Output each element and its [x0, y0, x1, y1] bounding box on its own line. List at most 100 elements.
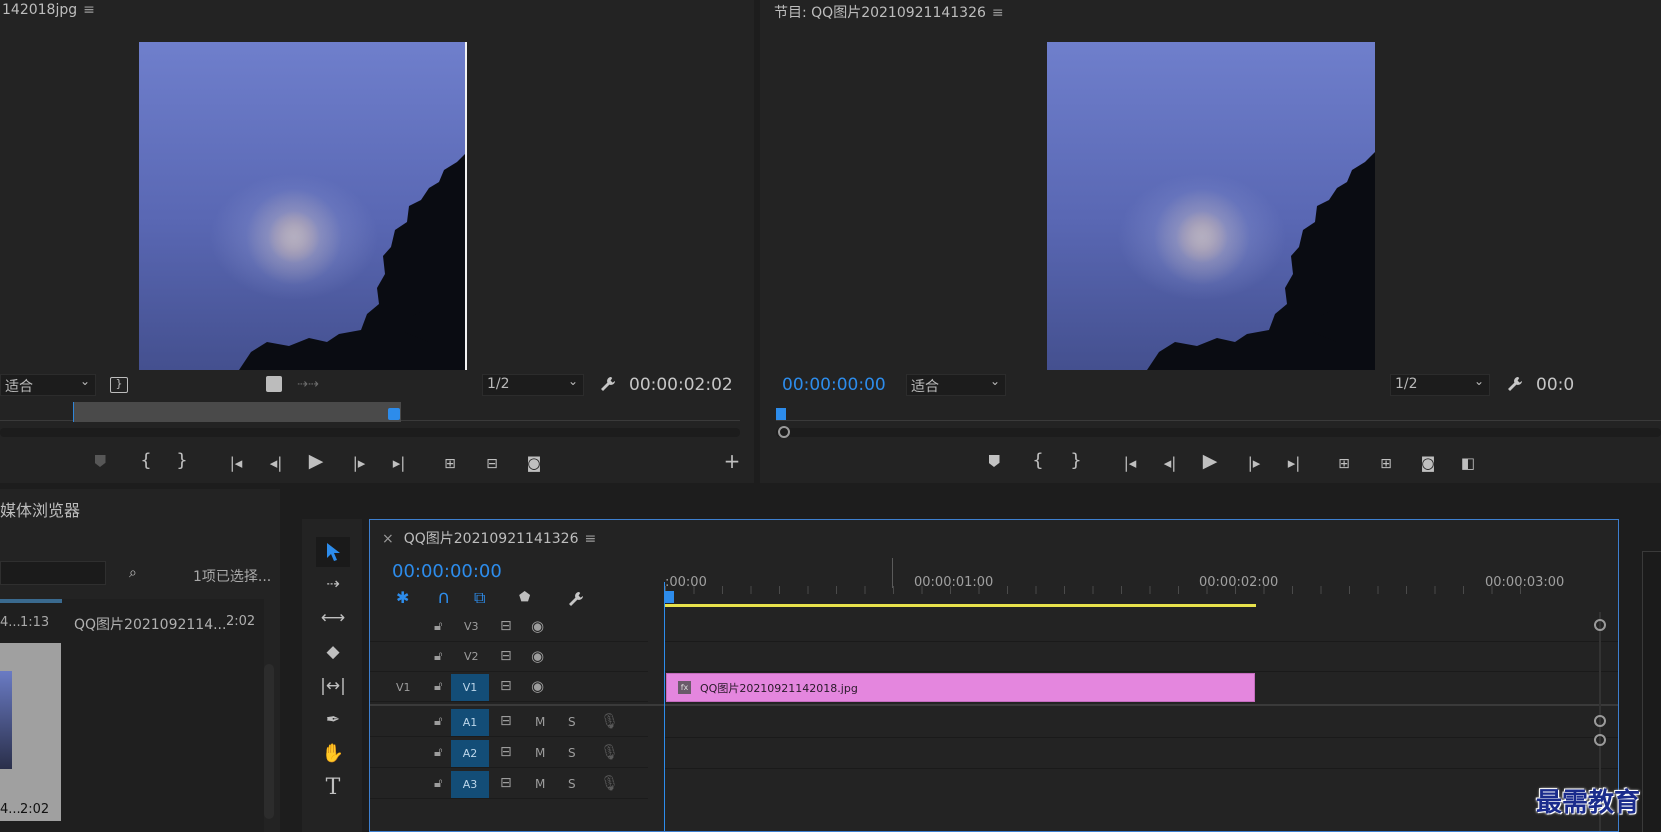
- timeline-playhead[interactable]: [664, 591, 674, 603]
- snap-in-sequence-icon[interactable]: ✱: [396, 590, 409, 606]
- source-fit-dropdown[interactable]: 适合 ⌄: [0, 374, 96, 396]
- work-area-bar[interactable]: [665, 604, 1256, 607]
- lock-icon[interactable]: 🔓︎: [434, 745, 442, 760]
- export-frame-camera-icon[interactable]: ◙: [520, 451, 548, 475]
- program-timecode-current[interactable]: 00:00:00:00: [782, 375, 886, 395]
- play-button[interactable]: ▶: [1196, 449, 1224, 473]
- source-monitor-header[interactable]: 142018jpg ≡: [2, 2, 95, 18]
- drag-audio-icon[interactable]: ⇢⇢: [297, 378, 319, 391]
- program-zoom-bar[interactable]: [776, 428, 1661, 437]
- drag-video-icon[interactable]: [266, 376, 282, 392]
- add-marker-icon[interactable]: ⬟: [519, 591, 530, 604]
- add-marker-button[interactable]: [980, 449, 1008, 473]
- mark-out-button[interactable]: }: [168, 449, 196, 473]
- close-icon[interactable]: ×: [382, 531, 394, 547]
- video-track-v1[interactable]: V1 🔓︎ V1 ⊟ ◉: [370, 672, 648, 702]
- type-tool-icon[interactable]: T: [316, 773, 350, 803]
- scrollbar[interactable]: [264, 664, 274, 819]
- microphone-icon[interactable]: 🎙︎: [600, 743, 619, 761]
- pen-tool-icon[interactable]: ✒: [316, 705, 350, 735]
- eye-icon[interactable]: ◉: [531, 617, 544, 635]
- linked-selection-icon[interactable]: ⧉: [474, 590, 485, 606]
- source-patch-label[interactable]: V1: [396, 681, 411, 694]
- sync-lock-icon[interactable]: ⊟: [500, 648, 512, 664]
- program-playhead[interactable]: [776, 408, 786, 420]
- track-content-area[interactable]: fx QQ图片20210921142018.jpg: [664, 582, 1618, 831]
- audio-track-a1[interactable]: 🔓︎ A1 ⊟ M S 🎙︎: [370, 707, 648, 737]
- eye-icon[interactable]: ◉: [531, 647, 544, 665]
- snap-magnet-icon[interactable]: ∩: [437, 589, 450, 607]
- step-back-button[interactable]: ◂|: [262, 451, 290, 475]
- overwrite-button[interactable]: ⊟: [478, 452, 506, 476]
- solo-button[interactable]: S: [568, 715, 576, 729]
- timeline-tab[interactable]: × QQ图片20210921141326 ≡: [382, 528, 596, 548]
- source-playhead[interactable]: [388, 408, 400, 420]
- microphone-icon[interactable]: 🎙︎: [600, 712, 619, 730]
- lock-icon[interactable]: 🔓︎: [434, 679, 442, 694]
- step-back-button[interactable]: ◂|: [1156, 451, 1184, 475]
- insert-marker-icon[interactable]: }: [110, 377, 128, 393]
- find-icon[interactable]: ⌕: [129, 566, 137, 580]
- program-fit-dropdown[interactable]: 适合 ⌄: [906, 374, 1006, 396]
- scroll-handle-audio[interactable]: [1594, 734, 1606, 746]
- add-button[interactable]: +: [718, 449, 746, 473]
- sync-lock-icon[interactable]: ⊟: [500, 744, 512, 760]
- mark-in-button[interactable]: {: [1024, 449, 1052, 473]
- track-target-a1[interactable]: A1: [451, 709, 489, 736]
- microphone-icon[interactable]: 🎙︎: [600, 774, 619, 792]
- step-forward-button[interactable]: |▸: [1240, 451, 1268, 475]
- lock-icon[interactable]: 🔓︎: [434, 649, 442, 664]
- go-to-in-button[interactable]: |◂: [1116, 451, 1144, 475]
- wrench-icon[interactable]: [1505, 375, 1525, 396]
- export-frame-camera-icon[interactable]: ◙: [1414, 451, 1442, 475]
- source-in-out-range[interactable]: [73, 402, 401, 422]
- go-to-out-button[interactable]: ▸|: [1280, 451, 1308, 475]
- hand-tool-icon[interactable]: ✋: [316, 739, 350, 769]
- play-button[interactable]: ▶: [302, 449, 330, 473]
- lock-icon[interactable]: 🔓︎: [434, 776, 442, 791]
- scroll-handle-mid[interactable]: [1594, 715, 1606, 727]
- go-to-out-button[interactable]: ▸|: [385, 451, 413, 475]
- search-input[interactable]: [0, 561, 106, 585]
- mute-button[interactable]: M: [535, 715, 545, 729]
- mute-button[interactable]: M: [535, 777, 545, 791]
- sync-lock-icon[interactable]: ⊟: [500, 678, 512, 694]
- timeline-timecode[interactable]: 00:00:00:00: [392, 561, 502, 582]
- program-resolution-dropdown[interactable]: 1/2 ⌄: [1390, 374, 1490, 396]
- sync-lock-icon[interactable]: ⊟: [500, 775, 512, 791]
- sync-lock-icon[interactable]: ⊟: [500, 618, 512, 634]
- wrench-icon[interactable]: [598, 375, 618, 396]
- ripple-edit-tool-icon[interactable]: ⟷: [316, 603, 350, 633]
- thumbnail[interactable]: [0, 643, 61, 821]
- project-panel-title[interactable]: 媒体浏览器: [0, 497, 80, 521]
- track-target-v1[interactable]: V1: [451, 674, 489, 701]
- add-marker-button[interactable]: [86, 449, 114, 473]
- audio-track-a2[interactable]: 🔓︎ A2 ⊟ M S 🎙︎: [370, 738, 648, 768]
- track-select-tool-icon[interactable]: ⇢: [316, 569, 350, 599]
- solo-button[interactable]: S: [568, 777, 576, 791]
- track-target-a2[interactable]: A2: [451, 740, 489, 767]
- lift-button[interactable]: ⊞: [1330, 452, 1358, 476]
- zoom-handle[interactable]: [778, 426, 790, 438]
- go-to-in-button[interactable]: |◂: [222, 451, 250, 475]
- source-scrub-ruler[interactable]: [0, 402, 740, 426]
- insert-button[interactable]: ⊞: [436, 452, 464, 476]
- track-target-a3[interactable]: A3: [451, 771, 489, 798]
- lock-icon[interactable]: 🔓︎: [434, 619, 442, 634]
- menu-icon[interactable]: ≡: [992, 5, 1004, 21]
- timeline-settings-wrench-icon[interactable]: [566, 590, 586, 611]
- source-resolution-dropdown[interactable]: 1/2 ⌄: [482, 374, 584, 396]
- lock-icon[interactable]: 🔓︎: [434, 714, 442, 729]
- razor-tool-icon[interactable]: ◆: [316, 637, 350, 667]
- source-zoom-bar[interactable]: [0, 428, 740, 437]
- scroll-handle-top[interactable]: [1594, 619, 1606, 631]
- video-track-v3[interactable]: 🔓︎ V3 ⊟ ◉: [370, 612, 648, 642]
- comparison-view-icon[interactable]: ◧: [1454, 451, 1482, 475]
- mute-button[interactable]: M: [535, 746, 545, 760]
- menu-icon[interactable]: ≡: [83, 2, 95, 18]
- selection-tool-icon[interactable]: [316, 537, 350, 567]
- mark-out-button[interactable]: }: [1062, 449, 1090, 473]
- video-track-v2[interactable]: 🔓︎ V2 ⊟ ◉: [370, 642, 648, 672]
- mark-in-button[interactable]: {: [132, 449, 160, 473]
- program-scrub-ruler[interactable]: [776, 406, 1661, 426]
